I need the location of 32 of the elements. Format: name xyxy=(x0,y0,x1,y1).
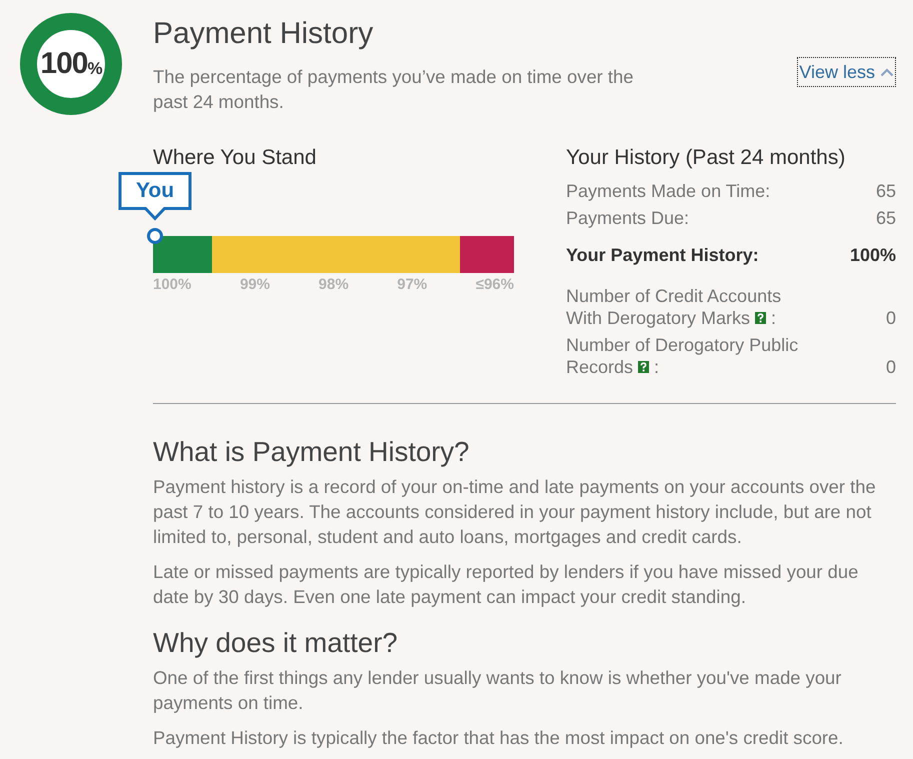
body-paragraph: One of the first things any lender usually wants to know is whether you've made your payments on time. xyxy=(153,666,842,715)
score-value: 100 xyxy=(40,47,88,81)
help-icon[interactable] xyxy=(638,361,650,373)
page-description: The percentage of payments you’ve made on time over the past 24 months. xyxy=(153,65,634,114)
row-value: 100% xyxy=(850,244,896,267)
view-less-link[interactable]: View less xyxy=(797,57,896,87)
body-paragraph: Late or missed payments are typically reported by lenders if you have missed your due date by 30 days. Even one late payment can impact your credit standing. xyxy=(153,560,860,609)
you-callout: You xyxy=(118,172,192,221)
scale-label: 97% xyxy=(397,276,428,294)
row-label: Payments Made on Time: xyxy=(566,180,770,203)
row-value: 0 xyxy=(886,307,896,329)
row-label: Number of Credit Accounts With Derogatory Marks : xyxy=(566,286,782,328)
scale-label: 99% xyxy=(240,276,270,294)
row-value: 0 xyxy=(886,356,896,378)
scale-label: 100% xyxy=(153,276,192,294)
body-paragraph: Payment History is typically the factor that has the most impact on one's credit score. xyxy=(153,726,844,750)
row-value: 65 xyxy=(876,180,896,203)
page-title: Payment History xyxy=(153,16,374,52)
scale-label: ≤96% xyxy=(476,276,514,294)
row-label: Number of Derogatory Public Records : xyxy=(566,335,798,377)
row-label: Your Payment History: xyxy=(566,244,759,267)
caret-up-icon xyxy=(880,68,894,76)
score-unit: % xyxy=(87,58,103,78)
scale-label: 98% xyxy=(318,276,349,294)
section-heading: Where You Stand xyxy=(153,146,318,170)
section-title: What is Payment History? xyxy=(153,435,470,469)
section-title: Why does it matter? xyxy=(153,626,399,660)
help-icon[interactable] xyxy=(755,312,766,324)
section-heading: Your History (Past 24 months) xyxy=(566,146,846,170)
body-paragraph: Payment history is a record of your on-time and late payments on your accounts over the past 7 to 10 years. The accounts considered in your payment history include, but are not limited to, personal, student and auto loans, mortgages and credit cards. xyxy=(153,475,877,549)
row-label: Payments Due: xyxy=(566,207,690,230)
row-value: 65 xyxy=(876,207,896,230)
